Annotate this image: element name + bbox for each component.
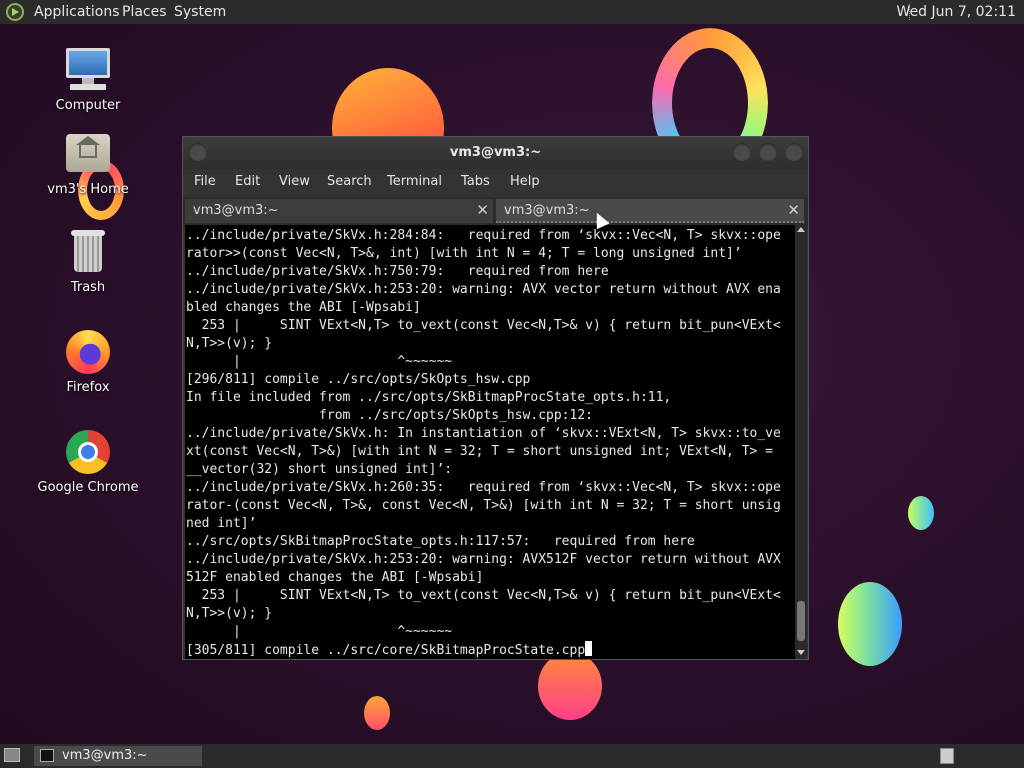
desktop-icon-computer[interactable]: Computer <box>33 46 143 113</box>
scroll-up-icon[interactable] <box>797 227 805 232</box>
chrome-icon <box>64 428 112 476</box>
computer-icon <box>64 46 112 94</box>
terminal-line: ned int]’ <box>186 516 257 531</box>
terminal-line: rator-(const Vec<N, T>&, const Vec<N, T>… <box>186 498 781 513</box>
terminal-line: ../include/private/SkVx.h:750:79: requir… <box>186 264 609 279</box>
desktop-icon-home[interactable]: vm3's Home <box>33 130 143 197</box>
applications-menu[interactable]: Applications <box>34 4 120 20</box>
terminal-line: [296/811] compile ../src/opts/SkOpts_hsw… <box>186 372 531 387</box>
wallpaper-small-orange-blob <box>364 696 390 730</box>
system-menu[interactable]: System <box>174 4 226 20</box>
tab-bar: vm3@vm3:~ ✕ vm3@vm3:~ ✕ <box>183 197 808 225</box>
terminal-line: xt(const Vec<N, T>&) [with int N = 32; T… <box>186 444 773 459</box>
window-titlebar[interactable]: vm3@vm3:~ <box>183 137 808 169</box>
desktop-icon-label: Google Chrome <box>37 480 139 495</box>
menu-help[interactable]: Help <box>510 174 540 189</box>
workspace-switcher-icon[interactable] <box>940 748 954 764</box>
menubar: File Edit View Search Terminal Tabs Help <box>183 169 808 197</box>
menu-edit[interactable]: Edit <box>235 174 260 189</box>
desktop-icon-firefox[interactable]: Firefox <box>33 328 143 395</box>
terminal-output[interactable]: ../include/private/SkVx.h:284:84: requir… <box>185 225 795 659</box>
close-window-button[interactable] <box>785 143 803 161</box>
scrollbar[interactable] <box>795 225 807 659</box>
wallpaper-green-blue-blob <box>838 582 902 666</box>
terminal-line: from ../src/opts/SkOpts_hsw.cpp:12: <box>186 408 593 423</box>
scroll-down-icon[interactable] <box>797 650 805 655</box>
firefox-icon <box>64 328 112 376</box>
terminal-line: In file included from ../src/opts/SkBitm… <box>186 390 672 405</box>
tab-label: vm3@vm3:~ <box>504 203 590 218</box>
show-desktop-icon[interactable] <box>4 748 20 762</box>
taskbar-terminal-button[interactable]: vm3@vm3:~ <box>34 746 202 766</box>
tab-terminal-1[interactable]: vm3@vm3:~ ✕ <box>185 199 493 223</box>
menu-tabs[interactable]: Tabs <box>461 174 490 189</box>
desktop-icon-label: Computer <box>55 98 121 113</box>
minimize-button[interactable] <box>733 143 751 161</box>
menu-file[interactable]: File <box>194 174 216 189</box>
terminal-line: ../include/private/SkVx.h: In instantiat… <box>186 426 781 441</box>
mate-logo-icon[interactable] <box>6 3 24 21</box>
trash-icon <box>64 228 112 276</box>
tab-terminal-2[interactable]: vm3@vm3:~ ✕ <box>496 199 804 223</box>
desktop-icon-trash[interactable]: Trash <box>33 228 143 295</box>
taskbar-label: vm3@vm3:~ <box>62 748 148 763</box>
close-tab-icon[interactable]: ✕ <box>476 201 489 219</box>
terminal-line: N,T>>(v); } <box>186 606 273 621</box>
terminal-line: ../include/private/SkVx.h:284:84: requir… <box>186 228 781 243</box>
terminal-cursor <box>585 641 593 656</box>
menu-view[interactable]: View <box>279 174 310 189</box>
desktop-icon-label: vm3's Home <box>47 182 129 197</box>
terminal-line: 253 | SINT VExt<N,T> to_vext(const Vec<N… <box>186 318 781 333</box>
terminal-line: __vector(32) short unsigned int]’: <box>186 462 453 477</box>
terminal-icon <box>40 749 54 762</box>
menu-terminal[interactable]: Terminal <box>387 174 442 189</box>
bottom-panel: vm3@vm3:~ <box>0 744 1024 768</box>
terminal-line: ../src/opts/SkBitmapProcState_opts.h:117… <box>186 534 695 549</box>
tab-label: vm3@vm3:~ <box>193 203 279 218</box>
wallpaper-pink-blob <box>538 652 602 720</box>
terminal-line: ../include/private/SkVx.h:253:20: warnin… <box>186 552 781 567</box>
terminal-line: 253 | SINT VExt<N,T> to_vext(const Vec<N… <box>186 588 781 603</box>
home-folder-icon <box>64 130 112 178</box>
terminal-line: ../include/private/SkVx.h:253:20: warnin… <box>186 282 781 297</box>
window-title: vm3@vm3:~ <box>449 145 542 160</box>
terminal-line: N,T>>(v); } <box>186 336 273 351</box>
terminal-line: [305/811] compile ../src/core/SkBitmapPr… <box>186 643 586 658</box>
places-menu[interactable]: Places <box>122 4 167 20</box>
terminal-window: vm3@vm3:~ File Edit View Search Terminal… <box>182 136 809 660</box>
desktop-icon-label: Firefox <box>66 380 110 395</box>
maximize-button[interactable] <box>759 143 777 161</box>
terminal-text: ../include/private/SkVx.h:284:84: requir… <box>185 225 795 659</box>
desktop-icon-chrome[interactable]: Google Chrome <box>33 428 143 495</box>
terminal-line: 512F enabled changes the ABI [-Wpsabi] <box>186 570 484 585</box>
terminal-line: | ^~~~~~~ <box>186 624 453 639</box>
close-tab-icon[interactable]: ✕ <box>787 201 800 219</box>
clock[interactable]: Wed Jun 7, 02:11 <box>897 4 1016 20</box>
desktop-icon-label: Trash <box>70 280 106 295</box>
wallpaper-small-green-blob <box>908 496 934 530</box>
terminal-line: ../include/private/SkVx.h:260:35: requir… <box>186 480 781 495</box>
scrollbar-thumb[interactable] <box>797 601 805 641</box>
top-panel: Applications Places System Wed Jun 7, 02… <box>0 0 1024 24</box>
terminal-line: | ^~~~~~~ <box>186 354 453 369</box>
terminal-line: rator>>(const Vec<N, T>&, int) [with int… <box>186 246 742 261</box>
terminal-line: bled changes the ABI [-Wpsabi] <box>186 300 421 315</box>
menu-search[interactable]: Search <box>327 174 372 189</box>
